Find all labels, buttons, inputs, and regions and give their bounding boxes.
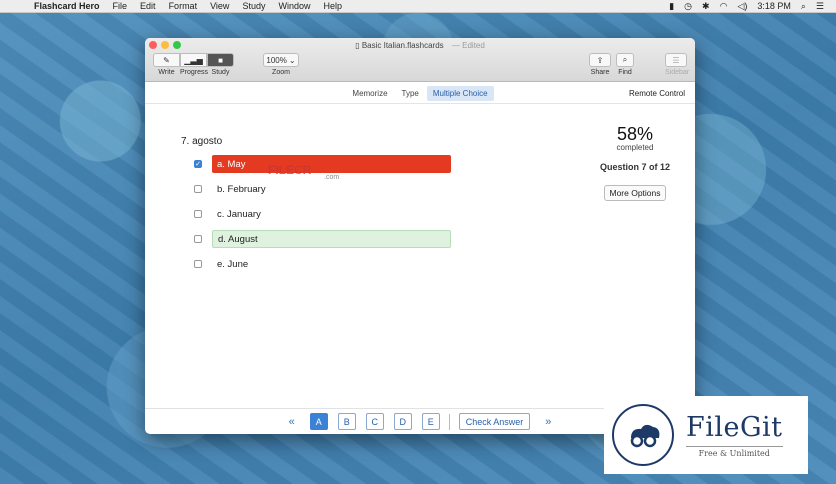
option-e[interactable]: e. June xyxy=(194,255,248,273)
filecr-watermark: FILECR .com xyxy=(268,163,339,181)
menu-app-name[interactable]: Flashcard Hero xyxy=(34,1,100,11)
window-title-text: Basic Italian.flashcards xyxy=(361,41,444,50)
mode-bar: Memorize Type Multiple Choice Remote Con… xyxy=(145,82,695,104)
answer-a-button[interactable]: A xyxy=(309,413,328,430)
share-icon: ⇪ xyxy=(596,55,604,65)
bluetooth-icon[interactable]: ✱ xyxy=(702,1,710,12)
zoom-control: 100% ⌄ Zoom xyxy=(263,53,299,76)
tab-type[interactable]: Type xyxy=(396,86,425,101)
quiz-area: 7. agosto ✓ a. May b. February c. Januar… xyxy=(145,104,695,408)
write-button[interactable]: ✎ xyxy=(153,53,180,67)
answer-e-button[interactable]: E xyxy=(421,413,440,430)
find-button[interactable]: ⌕ xyxy=(616,53,634,67)
cloud-glasses-icon xyxy=(630,424,660,448)
menu-study[interactable]: Study xyxy=(242,1,265,11)
menu-help[interactable]: Help xyxy=(323,1,342,11)
battery-icon[interactable]: ▮ xyxy=(669,1,674,12)
bar-chart-icon: ▁▃▅ xyxy=(184,55,203,65)
option-c-checkbox[interactable] xyxy=(194,210,202,218)
previous-question-button[interactable]: « xyxy=(289,416,295,428)
completed-label: completed xyxy=(616,143,654,152)
option-b-checkbox[interactable] xyxy=(194,185,202,193)
sidebar-button[interactable]: ☰ xyxy=(665,53,687,67)
more-options-button[interactable]: More Options xyxy=(604,185,666,201)
question-counter: Question 7 of 12 xyxy=(599,162,670,172)
app-window: ▯ Basic Italian.flashcards — Edited ✎ ▁▃… xyxy=(145,38,695,434)
share-button[interactable]: ⇪ xyxy=(589,53,611,67)
menu-window[interactable]: Window xyxy=(278,1,310,11)
answer-d-button[interactable]: D xyxy=(393,413,412,430)
mode-tabs: Memorize Type Multiple Choice xyxy=(145,86,695,101)
edited-label: — Edited xyxy=(451,41,485,50)
tab-multiple-choice[interactable]: Multiple Choice xyxy=(426,86,494,101)
option-d-checkbox[interactable] xyxy=(194,235,202,243)
option-d[interactable]: d. August xyxy=(194,230,451,248)
search-icon: ⌕ xyxy=(622,55,628,64)
menu-bar: Flashcard Hero File Edit Format View Stu… xyxy=(0,0,836,13)
option-e-checkbox[interactable] xyxy=(194,260,202,268)
percent-completed: 58% xyxy=(616,124,654,144)
filegit-brand: FileGit xyxy=(686,412,783,443)
time-machine-icon[interactable]: ◷ xyxy=(684,1,692,12)
menu-format[interactable]: Format xyxy=(169,1,198,11)
find-label: Find xyxy=(618,69,632,76)
option-d-label[interactable]: d. August xyxy=(212,230,451,248)
menu-view[interactable]: View xyxy=(210,1,229,11)
question-text: 7. agosto xyxy=(181,136,223,147)
sidebar-control: ☰ Sidebar xyxy=(665,53,689,76)
sidebar-icon: ☰ xyxy=(672,55,680,65)
filegit-tagline: Free & Unlimited xyxy=(686,446,783,458)
window-title: ▯ Basic Italian.flashcards — Edited xyxy=(145,41,695,50)
share-label: Share xyxy=(590,69,610,76)
find-control: ⌕ Find xyxy=(616,53,634,76)
option-c[interactable]: c. January xyxy=(194,205,261,223)
option-e-label[interactable]: e. June xyxy=(212,255,248,273)
pencil-icon: ✎ xyxy=(163,55,170,65)
answer-b-button[interactable]: B xyxy=(337,413,356,430)
tab-memorize[interactable]: Memorize xyxy=(346,86,393,101)
progress-stats: 58% completed Question 7 of 12 More Opti… xyxy=(575,124,695,201)
filecr-watermark-sub: .com xyxy=(324,174,340,181)
filecr-watermark-text: FILECR xyxy=(268,163,312,177)
menu-file[interactable]: File xyxy=(113,1,128,11)
filegit-watermark: FileGit Free & Unlimited xyxy=(604,396,808,474)
option-b-label[interactable]: b. February xyxy=(212,180,266,198)
spotlight-icon[interactable]: ⌕ xyxy=(801,1,806,12)
sidebar-label: Sidebar xyxy=(665,69,690,76)
volume-icon[interactable]: ◁) xyxy=(737,1,747,12)
study-button[interactable]: ■ xyxy=(207,53,234,67)
option-c-label[interactable]: c. January xyxy=(212,205,261,223)
option-a-checkbox[interactable]: ✓ xyxy=(194,160,202,168)
share-control: ⇪ Share xyxy=(589,53,611,76)
option-b[interactable]: b. February xyxy=(194,180,266,198)
menu-clock[interactable]: 3:18 PM xyxy=(757,1,791,11)
write-label: Write xyxy=(158,69,175,76)
zoom-select[interactable]: 100% ⌄ xyxy=(263,53,299,67)
menu-extras: ▮ ◷ ✱ ◠ ◁) 3:18 PM ⌕ ☰ xyxy=(659,1,836,12)
view-segmented-control: ✎ ▁▃▅ ■ Write Progress Study xyxy=(153,53,234,76)
filegit-logo-icon xyxy=(612,404,674,466)
notification-center-icon[interactable]: ☰ xyxy=(816,1,824,12)
edited-text: Edited xyxy=(462,41,485,50)
progress-label: Progress xyxy=(180,69,209,76)
wifi-icon[interactable]: ◠ xyxy=(720,1,728,12)
zoom-value: 100% xyxy=(266,55,287,65)
stop-square-icon: ■ xyxy=(218,55,223,65)
divider xyxy=(448,413,450,430)
next-question-button[interactable]: » xyxy=(545,416,551,428)
check-answer-button[interactable]: Check Answer xyxy=(458,413,531,430)
answer-c-button[interactable]: C xyxy=(365,413,384,430)
filegit-text: FileGit Free & Unlimited xyxy=(686,412,783,458)
chevron-down-icon: ⌄ xyxy=(288,55,296,65)
remote-control-button[interactable]: Remote Control xyxy=(629,89,685,98)
title-bar: ▯ Basic Italian.flashcards — Edited ✎ ▁▃… xyxy=(145,38,695,82)
progress-button[interactable]: ▁▃▅ xyxy=(180,53,207,67)
zoom-label: Zoom xyxy=(272,69,290,76)
document-icon: ▯ xyxy=(355,41,360,50)
study-label: Study xyxy=(211,69,230,76)
menu-edit[interactable]: Edit xyxy=(140,1,156,11)
